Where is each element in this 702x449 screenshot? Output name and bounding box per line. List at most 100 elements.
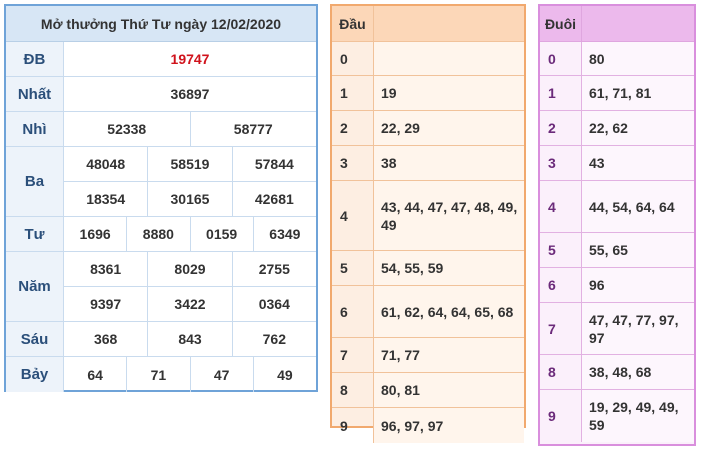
prize-numbers: 36897 <box>64 77 316 111</box>
duoi-header-blank <box>582 6 694 41</box>
prize-row: Năm 8361 8029 2755 9397 3422 0364 <box>6 252 316 322</box>
prize-number: 368 <box>64 322 149 356</box>
prize-number: 1696 <box>64 217 128 251</box>
dau-numbers: 43, 44, 47, 47, 48, 49, 49 <box>374 181 524 250</box>
prize-numbers: 64 71 47 49 <box>64 357 316 392</box>
prize-row: Sáu 368 843 762 <box>6 322 316 357</box>
prize-label: Bảy <box>6 357 64 392</box>
dau-digit: 7 <box>332 338 374 372</box>
dau-digit: 8 <box>332 373 374 407</box>
duoi-numbers: 19, 29, 49, 49, 59 <box>582 390 694 442</box>
dau-digit: 2 <box>332 111 374 145</box>
duoi-digit: 5 <box>540 233 582 267</box>
duoi-numbers: 43 <box>582 146 694 180</box>
dau-row: 7 71, 77 <box>332 338 524 373</box>
prize-number: 0364 <box>258 296 290 312</box>
duoi-row: 8 38, 48, 68 <box>540 355 694 390</box>
prize-number: 8880 <box>127 217 191 251</box>
duoi-numbers: 38, 48, 68 <box>582 355 694 389</box>
duoi-digit: 4 <box>540 181 582 232</box>
prize-number: 48048 <box>64 147 149 181</box>
prize-number: 30165 <box>148 182 233 216</box>
prize-row: Tư 1696 8880 0159 6349 <box>6 217 316 252</box>
special-prize-number: 19747 <box>170 51 210 67</box>
duoi-digit: 7 <box>540 303 582 354</box>
prize-numbers: 48048 58519 57844 18354 30165 42681 <box>64 147 316 216</box>
duoi-digit: 3 <box>540 146 582 180</box>
dau-row: 9 96, 97, 97 <box>332 408 524 443</box>
dau-row: 0 <box>332 42 524 76</box>
duoi-row: 5 55, 65 <box>540 233 694 268</box>
prize-row: Nhất 36897 <box>6 77 316 112</box>
duoi-row: 2 22, 62 <box>540 111 694 146</box>
prize-label: Nhất <box>6 77 64 111</box>
duoi-digit: 0 <box>540 42 582 75</box>
duoi-row: 0 80 <box>540 42 694 76</box>
duoi-row: 7 47, 47, 77, 97, 97 <box>540 303 694 355</box>
dau-numbers: 38 <box>374 146 524 180</box>
prize-label: Tư <box>6 217 64 251</box>
dau-row: 2 22, 29 <box>332 111 524 146</box>
dau-header-label: Đầu <box>332 6 374 41</box>
prize-numbers: 52338 58777 <box>64 112 316 146</box>
prize-number: 42681 <box>254 191 294 207</box>
prize-row: Ba 48048 58519 57844 18354 30165 42681 <box>6 147 316 217</box>
prize-numbers: 1696 8880 0159 6349 <box>64 217 316 251</box>
prize-label: Năm <box>6 252 64 321</box>
duoi-numbers: 96 <box>582 268 694 302</box>
duoi-numbers: 80 <box>582 42 694 75</box>
prize-line: 48048 58519 57844 <box>64 147 316 182</box>
duoi-digit: 6 <box>540 268 582 302</box>
duoi-numbers: 47, 47, 77, 97, 97 <box>582 303 694 354</box>
prize-line: 9397 3422 0364 <box>64 287 316 321</box>
prize-row: Bảy 64 71 47 49 <box>6 357 316 392</box>
prize-number: 2755 <box>258 261 290 277</box>
prize-number: 49 <box>277 366 293 383</box>
prize-numbers: 19747 <box>64 42 316 76</box>
dau-digit: 6 <box>332 286 374 337</box>
prize-number: 6349 <box>269 226 301 242</box>
dau-numbers: 96, 97, 97 <box>374 408 524 443</box>
duoi-header: Đuôi <box>540 6 694 42</box>
prize-number: 8361 <box>64 252 149 286</box>
prize-number: 18354 <box>64 182 149 216</box>
prize-line: 18354 30165 42681 <box>64 182 316 216</box>
prize-number: 8029 <box>148 252 233 286</box>
duoi-numbers: 44, 54, 64, 64 <box>582 181 694 232</box>
dau-table: Đầu 0 1 19 2 22, 29 3 38 4 43, 44, 47, 47, 48, 4… <box>330 4 526 443</box>
prize-number: 762 <box>262 331 286 347</box>
dau-row: 5 54, 55, 59 <box>332 251 524 286</box>
dau-row: 8 80, 81 <box>332 373 524 408</box>
duoi-numbers: 22, 62 <box>582 111 694 145</box>
dau-row: 1 19 <box>332 76 524 111</box>
prize-number: 71 <box>127 357 191 392</box>
prize-row: ĐB 19747 <box>6 42 316 77</box>
dau-digit: 1 <box>332 76 374 110</box>
duoi-digit: 1 <box>540 76 582 110</box>
duoi-row: 6 96 <box>540 268 694 303</box>
prize-number: 47 <box>191 357 254 392</box>
dau-numbers: 71, 77 <box>374 338 524 372</box>
dau-numbers: 54, 55, 59 <box>374 251 524 285</box>
duoi-numbers: 61, 71, 81 <box>582 76 694 110</box>
dau-numbers: 61, 62, 64, 64, 65, 68 <box>374 286 524 337</box>
duoi-row: 1 61, 71, 81 <box>540 76 694 111</box>
dau-row: 6 61, 62, 64, 64, 65, 68 <box>332 286 524 338</box>
prize-number: 58519 <box>148 147 233 181</box>
prize-number: 52338 <box>64 112 191 146</box>
prize-line: 64 71 47 49 <box>64 357 316 392</box>
dau-header: Đầu <box>332 6 524 42</box>
duoi-table: Đuôi 0 80 1 61, 71, 81 2 22, 62 3 43 4 44, 54, 64… <box>538 4 696 446</box>
dau-numbers: 80, 81 <box>374 373 524 407</box>
duoi-row: 4 44, 54, 64, 64 <box>540 181 694 233</box>
prize-number: 843 <box>148 322 233 356</box>
duoi-digit: 8 <box>540 355 582 389</box>
result-table: Mở thưởng Thứ Tư ngày 12/02/2020 ĐB 19747… <box>4 4 318 392</box>
dau-digit: 4 <box>332 181 374 250</box>
prize-line: 19747 <box>64 42 316 76</box>
prize-number: 36897 <box>170 86 210 102</box>
dau-row: 4 43, 44, 47, 47, 48, 49, 49 <box>332 181 524 251</box>
duoi-digit: 9 <box>540 390 582 442</box>
prize-number: 57844 <box>254 156 294 172</box>
prize-label: ĐB <box>6 42 64 76</box>
